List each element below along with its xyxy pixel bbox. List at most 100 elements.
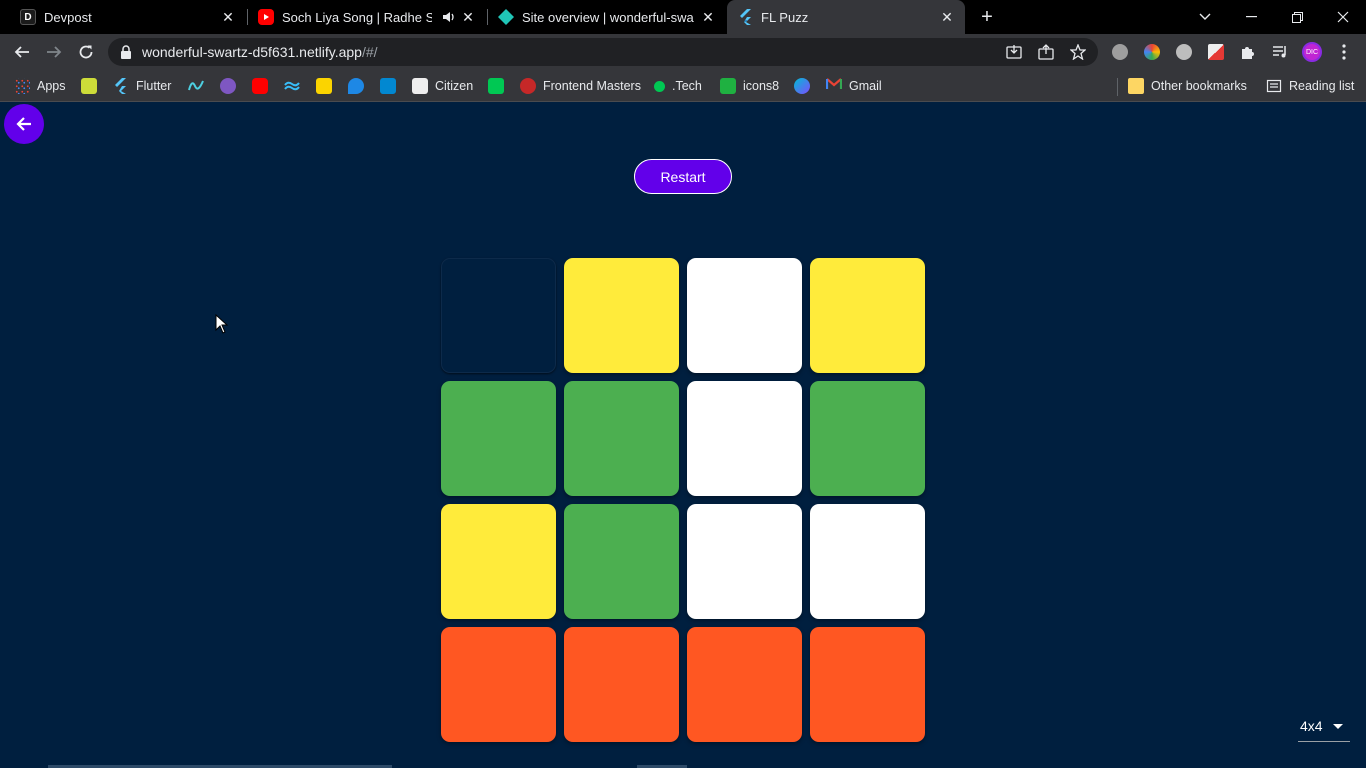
browser-toolbar: wonderful-swartz-d5f631.netlify.app/#/ D… xyxy=(0,34,1366,70)
back-button[interactable] xyxy=(4,104,44,144)
bookmark-label: Flutter xyxy=(136,79,172,93)
bookmarks-bar: Apps Flutter Citizen Frontend Masters .T… xyxy=(0,70,1366,102)
color-extension-icon[interactable] xyxy=(1144,44,1160,60)
puzzle-tile-green[interactable] xyxy=(564,381,679,496)
url-path: /#/ xyxy=(361,44,378,60)
bookmark-globe[interactable] xyxy=(794,76,817,96)
other-bookmarks-label: Other bookmarks xyxy=(1151,79,1247,93)
bookmark-flipkart[interactable] xyxy=(316,76,339,96)
folder-icon xyxy=(1128,78,1144,94)
other-bookmarks[interactable]: Other bookmarks xyxy=(1128,76,1247,96)
close-icon[interactable]: ✕ xyxy=(700,9,716,25)
puzzle-tile-green[interactable] xyxy=(564,504,679,619)
puzzle-tile-white[interactable] xyxy=(687,504,802,619)
bookmark-wave[interactable] xyxy=(188,76,211,96)
flutter-icon xyxy=(113,78,129,94)
globe-icon xyxy=(794,78,810,94)
flipkart-icon xyxy=(316,78,332,94)
bookmark-drop[interactable] xyxy=(348,76,371,96)
tab-devpost[interactable]: D Devpost ✕ xyxy=(0,0,246,34)
puzzle-tile-orange[interactable] xyxy=(441,627,556,742)
purple-circle-icon xyxy=(220,78,236,94)
puzzle-tile-green[interactable] xyxy=(441,381,556,496)
puzzle-tile-green[interactable] xyxy=(810,381,925,496)
bookmark-purple[interactable] xyxy=(220,76,243,96)
bookmark-gmail[interactable]: Gmail xyxy=(825,76,882,96)
tab-netlify[interactable]: Site overview | wonderful-swartz-d5f631 … xyxy=(488,0,726,34)
puzzle-tile-yellow[interactable] xyxy=(810,258,925,373)
media-queue-icon[interactable] xyxy=(1272,44,1288,60)
owl-extension-icon[interactable] xyxy=(1112,44,1128,60)
minimize-icon[interactable] xyxy=(1228,0,1274,34)
puzzle-tile-orange[interactable] xyxy=(810,627,925,742)
bookmark-label: Gmail xyxy=(849,79,882,93)
gear-extension-icon[interactable] xyxy=(1176,44,1192,60)
wave-icon xyxy=(188,78,204,94)
close-icon[interactable]: ✕ xyxy=(939,9,955,25)
bookmark-flutter[interactable]: Flutter xyxy=(113,76,171,96)
new-tab-button[interactable]: + xyxy=(976,6,998,28)
close-window-icon[interactable] xyxy=(1320,0,1366,34)
url-text: wonderful-swartz-d5f631.netlify.app/#/ xyxy=(142,44,378,60)
more-vert-icon[interactable] xyxy=(1336,42,1352,62)
flutter-favicon xyxy=(737,9,753,25)
tab-fl-puzz[interactable]: FL Puzz ✕ xyxy=(727,0,965,34)
bookmark-label: Frontend Masters xyxy=(543,79,641,93)
close-icon[interactable]: ✕ xyxy=(460,9,476,25)
puzzle-tile-white[interactable] xyxy=(810,504,925,619)
back-arrow-icon[interactable] xyxy=(10,40,34,64)
bookmark-apps[interactable]: Apps xyxy=(14,76,66,96)
tailwind-icon xyxy=(284,78,300,94)
restart-button[interactable]: Restart xyxy=(634,159,732,194)
reload-icon[interactable] xyxy=(74,40,98,64)
star-icon[interactable] xyxy=(1069,43,1087,61)
puzzle-tile-orange[interactable] xyxy=(687,627,802,742)
board-size-value: 4x4 xyxy=(1300,718,1323,734)
bookmark-power[interactable] xyxy=(488,76,511,96)
puzzle-tile-white[interactable] xyxy=(687,258,802,373)
frontend-masters-icon xyxy=(520,78,536,94)
puzzle-tile-yellow[interactable] xyxy=(441,504,556,619)
blue-square-icon xyxy=(380,78,396,94)
bookmark-youtube[interactable] xyxy=(252,76,275,96)
install-app-icon[interactable] xyxy=(1006,44,1022,60)
bookmark-label: Citizen xyxy=(435,79,474,93)
mouse-cursor-icon xyxy=(215,314,229,334)
bookmark-blue-square[interactable] xyxy=(380,76,403,96)
tab-title: Site overview | wonderful-swartz-d5f631 xyxy=(522,9,694,25)
puzzle-tile-yellow[interactable] xyxy=(564,258,679,373)
tab-title: Soch Liya Song | Radhe Shyam xyxy=(282,9,432,25)
puzzle-tile-white[interactable] xyxy=(687,381,802,496)
bookmark-frontend-masters[interactable]: Frontend Masters xyxy=(520,76,641,96)
bookmark-lte[interactable] xyxy=(81,76,104,96)
restore-icon[interactable] xyxy=(1274,0,1320,34)
puzzle-tile-orange[interactable] xyxy=(564,627,679,742)
lte-icon xyxy=(81,78,97,94)
bookmark-icons8[interactable]: icons8 xyxy=(720,76,779,96)
green-dot-icon xyxy=(654,80,665,92)
puzzle-extensions-icon[interactable] xyxy=(1240,44,1256,60)
bookmark-dot-tech[interactable]: .Tech xyxy=(654,76,702,96)
puzzle-app: Restart 4x4 xyxy=(0,103,1366,768)
address-bar[interactable]: wonderful-swartz-d5f631.netlify.app/#/ xyxy=(108,38,1098,66)
empty-tile xyxy=(441,258,556,373)
profile-avatar[interactable]: DIC xyxy=(1302,42,1322,62)
bookmark-citizen[interactable]: Citizen xyxy=(412,76,473,96)
drop-icon xyxy=(348,78,364,94)
reading-list-icon xyxy=(1266,78,1282,94)
tab-youtube[interactable]: Soch Liya Song | Radhe Shyam ✕ xyxy=(248,0,486,34)
close-icon[interactable]: ✕ xyxy=(220,9,236,25)
citizen-icon xyxy=(412,78,428,94)
gmail-icon xyxy=(825,78,843,94)
forward-arrow-icon[interactable] xyxy=(42,40,66,64)
speaker-icon[interactable] xyxy=(442,10,456,27)
bookmark-tailwind[interactable] xyxy=(284,76,307,96)
share-icon[interactable] xyxy=(1038,44,1054,60)
tab-title: FL Puzz xyxy=(761,9,809,25)
reading-list[interactable]: Reading list xyxy=(1266,76,1354,96)
lock-icon[interactable] xyxy=(120,45,134,59)
pen-extension-icon[interactable] xyxy=(1208,44,1224,60)
board-size-dropdown[interactable]: 4x4 xyxy=(1298,716,1350,742)
arrow-back-icon xyxy=(16,117,31,131)
tab-search-chevron-icon[interactable] xyxy=(1182,0,1228,34)
